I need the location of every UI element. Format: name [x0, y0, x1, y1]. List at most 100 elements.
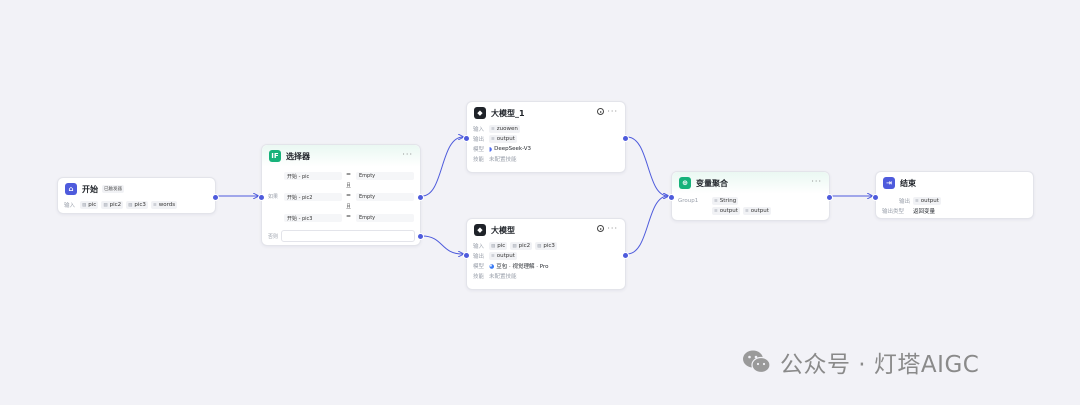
else-branch-box[interactable]	[281, 230, 415, 242]
image-type-icon: ▨	[128, 202, 133, 208]
condition-left-2[interactable]: 开始 - pic2	[284, 193, 342, 201]
node-selector-header: IF 选择器 ···	[262, 145, 420, 167]
condition-operator-1[interactable]: =	[346, 171, 351, 178]
llm-2-outputs-row: 输出 ≡ output	[467, 251, 625, 261]
image-type-icon: ▨	[512, 243, 517, 249]
node-start-title: 开始	[82, 184, 98, 194]
if-output-port[interactable]	[417, 194, 424, 201]
outputs-label: 输出	[898, 199, 910, 205]
end-icon: ⇥	[883, 177, 895, 189]
condition-operator-3[interactable]: =	[346, 213, 351, 220]
run-icon[interactable]	[597, 108, 604, 115]
else-output-port[interactable]	[417, 233, 424, 240]
input-port[interactable]	[668, 194, 675, 201]
output-port[interactable]	[622, 135, 629, 142]
input-tag[interactable]: ≡ zuowen	[489, 125, 520, 133]
more-options-icon[interactable]: ···	[607, 224, 618, 233]
string-type-icon: ≡	[744, 208, 749, 214]
edge-llm1-aggregate[interactable]	[626, 136, 668, 196]
node-end[interactable]: ⇥ 结束 输出 ≡ output 输出类型 返回变量	[872, 171, 1034, 219]
condition-operator-2[interactable]: =	[346, 192, 351, 199]
mode-value: 返回变量	[913, 209, 936, 215]
node-selector[interactable]: IF 选择器 ··· 如果 开始 - pic = Empty 且 开始 - pi…	[258, 144, 424, 246]
wechat-icon	[743, 350, 771, 374]
model-label: 模型	[473, 264, 485, 270]
input-tag[interactable]: ▨ pic3	[535, 242, 557, 250]
condition-left-3[interactable]: 开始 - pic3	[284, 214, 342, 222]
input-tag[interactable]: ▨ pic	[80, 201, 99, 209]
deepseek-logo-icon: ◗	[489, 145, 493, 153]
input-port[interactable]	[463, 135, 470, 142]
node-selector-title: 选择器	[286, 151, 310, 161]
watermark: 公众号 · 灯塔AIGC	[742, 345, 979, 379]
string-type-icon: ≡	[915, 198, 919, 204]
input-tag[interactable]: ▨ pic2	[101, 201, 124, 209]
string-type-icon: ≡	[491, 136, 495, 142]
node-llm-2[interactable]: ◆ 大模型 ··· 输入 ▨ pic ▨ pic2 ▨ pic3 输出 ≡ output…	[463, 218, 629, 290]
input-tag[interactable]: ≡ words	[150, 201, 178, 209]
input-tag[interactable]: ▨ pic3	[126, 201, 148, 209]
more-options-icon[interactable]: ···	[402, 150, 413, 159]
trigger-badge: 已触发器	[102, 185, 124, 193]
node-llm-1-title: 大模型_1	[491, 108, 525, 118]
condition-right-2[interactable]: Empty	[356, 193, 414, 201]
end-outputs-row: 输出 ≡ output	[876, 196, 1033, 206]
workflow-canvas[interactable]: ⌂ 开始 已触发器 输入 ▨ pic ▨ pic2 ▨ pic3 ≡ words IF …	[0, 0, 1080, 405]
outputs-label: 输出	[473, 137, 485, 143]
output-tag[interactable]: ≡ output	[489, 135, 517, 143]
node-end-title: 结束	[900, 178, 916, 188]
aggregate-icon: ⊕	[679, 177, 691, 189]
llm-icon: ◆	[474, 224, 486, 236]
edge-selector-llm2[interactable]	[421, 235, 463, 254]
input-port[interactable]	[872, 194, 879, 201]
watermark-text: 公众号 · 灯塔AIGC	[780, 352, 980, 378]
more-options-icon[interactable]: ···	[607, 107, 618, 116]
model-name[interactable]: 豆包 · 视觉理解 · Pro	[496, 262, 548, 270]
string-type-icon: ≡	[491, 253, 495, 259]
llm-2-inputs-row: 输入 ▨ pic ▨ pic2 ▨ pic3	[467, 241, 625, 251]
model-name[interactable]: DeepSeek-V3	[494, 146, 531, 152]
output-port[interactable]	[212, 194, 219, 201]
llm-1-inputs-row: 输入 ≡ zuowen	[467, 124, 625, 134]
input-port[interactable]	[258, 194, 265, 201]
group-label: Group1	[678, 198, 699, 204]
output-port[interactable]	[622, 252, 629, 259]
edge-selector-llm1[interactable]	[421, 137, 463, 197]
condition-right-3[interactable]: Empty	[356, 214, 414, 222]
node-end-header: ⇥ 结束	[876, 172, 1033, 194]
outputs-label: 输出	[473, 254, 485, 260]
llm-icon: ◆	[474, 107, 486, 119]
llm-2-skill-row: 技能 未配置技能	[467, 271, 625, 281]
output-tag[interactable]: ≡ output	[913, 197, 941, 205]
llm-1-model-row: 模型 ◗ DeepSeek-V3	[467, 144, 625, 154]
model-label: 模型	[473, 147, 485, 153]
run-icon[interactable]	[597, 225, 604, 232]
output-tag[interactable]: ≡ output	[489, 252, 517, 260]
mode-label: 输出类型	[882, 209, 905, 215]
doubao-logo-icon: ◕	[489, 262, 495, 270]
input-tag[interactable]: ▨ pic	[489, 242, 508, 250]
input-tag[interactable]: ▨ pic2	[510, 242, 533, 250]
variable-tag[interactable]: ≡ output	[742, 207, 771, 215]
string-type-icon: ≡	[714, 198, 718, 204]
more-options-icon[interactable]: ···	[811, 177, 822, 186]
condition-left-1[interactable]: 开始 - pic	[284, 172, 342, 180]
group-type-tag[interactable]: ≡ String	[712, 197, 739, 205]
output-port[interactable]	[826, 194, 833, 201]
image-type-icon: ▨	[537, 243, 542, 249]
node-llm-1[interactable]: ◆ 大模型_1 ··· 输入 ≡ zuowen 输出 ≡ output 模型 ◗ D…	[463, 101, 629, 173]
input-port[interactable]	[463, 252, 470, 259]
start-inputs-row: 输入 ▨ pic ▨ pic2 ▨ pic3 ≡ words	[58, 200, 215, 210]
node-variable-aggregate[interactable]: ⊕ 变量聚合 ··· Group1 ≡ String ≡ output ≡ outpu…	[668, 171, 833, 221]
variable-tag[interactable]: ≡ output	[712, 207, 740, 215]
edge-llm2-aggregate[interactable]	[626, 196, 668, 255]
llm-2-model-row: 模型 ◕ 豆包 · 视觉理解 · Pro	[467, 261, 625, 271]
node-start[interactable]: ⌂ 开始 已触发器 输入 ▨ pic ▨ pic2 ▨ pic3 ≡ words	[57, 177, 219, 214]
image-type-icon: ▨	[82, 202, 87, 208]
else-label: 否则	[268, 234, 279, 240]
skill-label: 技能	[473, 274, 485, 280]
string-type-icon: ≡	[491, 126, 495, 132]
condition-join: 且	[346, 183, 352, 189]
node-start-header: ⌂ 开始 已触发器	[58, 178, 215, 200]
condition-right-1[interactable]: Empty	[356, 172, 414, 180]
